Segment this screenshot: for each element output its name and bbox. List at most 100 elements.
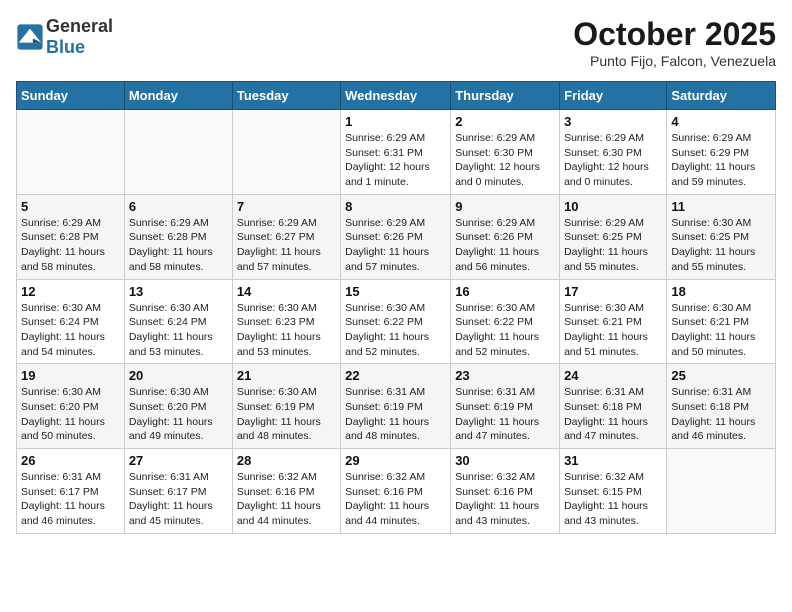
calendar-cell (667, 449, 776, 534)
day-number: 14 (237, 284, 336, 299)
day-info: Sunrise: 6:29 AM Sunset: 6:25 PM Dayligh… (564, 216, 662, 275)
day-info: Sunrise: 6:30 AM Sunset: 6:24 PM Dayligh… (129, 301, 228, 360)
calendar-cell: 8 Sunrise: 6:29 AM Sunset: 6:26 PM Daylig… (341, 194, 451, 279)
day-number: 18 (671, 284, 771, 299)
day-number: 12 (21, 284, 120, 299)
day-info: Sunrise: 6:32 AM Sunset: 6:16 PM Dayligh… (455, 470, 555, 529)
calendar-cell: 26 Sunrise: 6:31 AM Sunset: 6:17 PM Dayli… (17, 449, 125, 534)
day-info: Sunrise: 6:29 AM Sunset: 6:28 PM Dayligh… (129, 216, 228, 275)
day-number: 13 (129, 284, 228, 299)
calendar-cell: 9 Sunrise: 6:29 AM Sunset: 6:26 PM Daylig… (451, 194, 560, 279)
calendar-body: 1 Sunrise: 6:29 AM Sunset: 6:31 PM Daylig… (17, 110, 776, 534)
logo-blue: Blue (46, 37, 85, 57)
calendar-cell: 11Sunrise: 6:30 AM Sunset: 6:25 PM Dayli… (667, 194, 776, 279)
calendar-cell: 25 Sunrise: 6:31 AM Sunset: 6:18 PM Dayli… (667, 364, 776, 449)
day-number: 25 (671, 368, 771, 383)
calendar-cell: 15 Sunrise: 6:30 AM Sunset: 6:22 PM Dayli… (341, 279, 451, 364)
calendar-cell (124, 110, 232, 195)
day-number: 17 (564, 284, 662, 299)
logo: General Blue (16, 16, 113, 58)
day-info: Sunrise: 6:31 AM Sunset: 6:19 PM Dayligh… (345, 385, 446, 444)
calendar-header: SundayMondayTuesdayWednesdayThursdayFrid… (17, 82, 776, 110)
day-number: 1 (345, 114, 446, 129)
day-number: 15 (345, 284, 446, 299)
day-number: 11 (671, 199, 771, 214)
calendar-cell: 30 Sunrise: 6:32 AM Sunset: 6:16 PM Dayli… (451, 449, 560, 534)
day-info: Sunrise: 6:31 AM Sunset: 6:17 PM Dayligh… (21, 470, 120, 529)
weekday-header-saturday: Saturday (667, 82, 776, 110)
day-info: Sunrise: 6:29 AM Sunset: 6:28 PM Dayligh… (21, 216, 120, 275)
calendar-cell: 27Sunrise: 6:31 AM Sunset: 6:17 PM Dayli… (124, 449, 232, 534)
day-number: 8 (345, 199, 446, 214)
day-info: Sunrise: 6:30 AM Sunset: 6:23 PM Dayligh… (237, 301, 336, 360)
day-number: 31 (564, 453, 662, 468)
day-info: Sunrise: 6:30 AM Sunset: 6:22 PM Dayligh… (455, 301, 555, 360)
weekday-header-monday: Monday (124, 82, 232, 110)
day-info: Sunrise: 6:30 AM Sunset: 6:20 PM Dayligh… (129, 385, 228, 444)
calendar-cell: 20 Sunrise: 6:30 AM Sunset: 6:20 PM Dayli… (124, 364, 232, 449)
calendar-week-5: 26 Sunrise: 6:31 AM Sunset: 6:17 PM Dayli… (17, 449, 776, 534)
calendar-table: SundayMondayTuesdayWednesdayThursdayFrid… (16, 81, 776, 534)
calendar-cell: 23 Sunrise: 6:31 AM Sunset: 6:19 PM Dayli… (451, 364, 560, 449)
day-number: 24 (564, 368, 662, 383)
logo-general: General (46, 16, 113, 36)
calendar-cell: 7Sunrise: 6:29 AM Sunset: 6:27 PM Daylig… (232, 194, 340, 279)
calendar-cell: 28 Sunrise: 6:32 AM Sunset: 6:16 PM Dayli… (232, 449, 340, 534)
day-number: 28 (237, 453, 336, 468)
day-number: 10 (564, 199, 662, 214)
calendar-week-4: 19 Sunrise: 6:30 AM Sunset: 6:20 PM Dayli… (17, 364, 776, 449)
day-number: 3 (564, 114, 662, 129)
calendar-cell (232, 110, 340, 195)
day-info: Sunrise: 6:29 AM Sunset: 6:26 PM Dayligh… (455, 216, 555, 275)
day-number: 9 (455, 199, 555, 214)
day-info: Sunrise: 6:29 AM Sunset: 6:31 PM Dayligh… (345, 131, 446, 190)
weekday-header-friday: Friday (560, 82, 667, 110)
calendar-cell: 14 Sunrise: 6:30 AM Sunset: 6:23 PM Dayli… (232, 279, 340, 364)
weekday-header-thursday: Thursday (451, 82, 560, 110)
calendar-cell: 1 Sunrise: 6:29 AM Sunset: 6:31 PM Daylig… (341, 110, 451, 195)
day-number: 19 (21, 368, 120, 383)
calendar-cell: 5Sunrise: 6:29 AM Sunset: 6:28 PM Daylig… (17, 194, 125, 279)
logo-text: General Blue (46, 16, 113, 58)
day-number: 26 (21, 453, 120, 468)
day-info: Sunrise: 6:30 AM Sunset: 6:22 PM Dayligh… (345, 301, 446, 360)
weekday-header-wednesday: Wednesday (341, 82, 451, 110)
calendar-cell: 2Sunrise: 6:29 AM Sunset: 6:30 PM Daylig… (451, 110, 560, 195)
day-info: Sunrise: 6:32 AM Sunset: 6:16 PM Dayligh… (237, 470, 336, 529)
calendar-cell: 24 Sunrise: 6:31 AM Sunset: 6:18 PM Dayli… (560, 364, 667, 449)
location: Punto Fijo, Falcon, Venezuela (573, 53, 776, 69)
day-info: Sunrise: 6:29 AM Sunset: 6:30 PM Dayligh… (455, 131, 555, 190)
day-number: 22 (345, 368, 446, 383)
day-info: Sunrise: 6:32 AM Sunset: 6:15 PM Dayligh… (564, 470, 662, 529)
day-info: Sunrise: 6:31 AM Sunset: 6:18 PM Dayligh… (564, 385, 662, 444)
day-info: Sunrise: 6:29 AM Sunset: 6:29 PM Dayligh… (671, 131, 771, 190)
day-number: 20 (129, 368, 228, 383)
day-number: 27 (129, 453, 228, 468)
day-info: Sunrise: 6:30 AM Sunset: 6:24 PM Dayligh… (21, 301, 120, 360)
day-number: 7 (237, 199, 336, 214)
calendar-cell: 21 Sunrise: 6:30 AM Sunset: 6:19 PM Dayli… (232, 364, 340, 449)
calendar-cell: 17 Sunrise: 6:30 AM Sunset: 6:21 PM Dayli… (560, 279, 667, 364)
calendar-cell: 6 Sunrise: 6:29 AM Sunset: 6:28 PM Daylig… (124, 194, 232, 279)
weekday-header-row: SundayMondayTuesdayWednesdayThursdayFrid… (17, 82, 776, 110)
calendar-cell: 29Sunrise: 6:32 AM Sunset: 6:16 PM Dayli… (341, 449, 451, 534)
calendar-cell: 12 Sunrise: 6:30 AM Sunset: 6:24 PM Dayli… (17, 279, 125, 364)
weekday-header-sunday: Sunday (17, 82, 125, 110)
day-info: Sunrise: 6:30 AM Sunset: 6:19 PM Dayligh… (237, 385, 336, 444)
day-number: 4 (671, 114, 771, 129)
day-number: 23 (455, 368, 555, 383)
day-info: Sunrise: 6:30 AM Sunset: 6:21 PM Dayligh… (564, 301, 662, 360)
calendar-week-2: 5Sunrise: 6:29 AM Sunset: 6:28 PM Daylig… (17, 194, 776, 279)
day-number: 30 (455, 453, 555, 468)
month-title: October 2025 (573, 16, 776, 53)
day-number: 6 (129, 199, 228, 214)
day-info: Sunrise: 6:29 AM Sunset: 6:26 PM Dayligh… (345, 216, 446, 275)
calendar-cell: 31 Sunrise: 6:32 AM Sunset: 6:15 PM Dayli… (560, 449, 667, 534)
calendar-week-1: 1 Sunrise: 6:29 AM Sunset: 6:31 PM Daylig… (17, 110, 776, 195)
day-info: Sunrise: 6:31 AM Sunset: 6:18 PM Dayligh… (671, 385, 771, 444)
day-number: 21 (237, 368, 336, 383)
calendar-cell: 19Sunrise: 6:30 AM Sunset: 6:20 PM Dayli… (17, 364, 125, 449)
calendar-cell: 22 Sunrise: 6:31 AM Sunset: 6:19 PM Dayli… (341, 364, 451, 449)
calendar-cell (17, 110, 125, 195)
day-info: Sunrise: 6:31 AM Sunset: 6:19 PM Dayligh… (455, 385, 555, 444)
